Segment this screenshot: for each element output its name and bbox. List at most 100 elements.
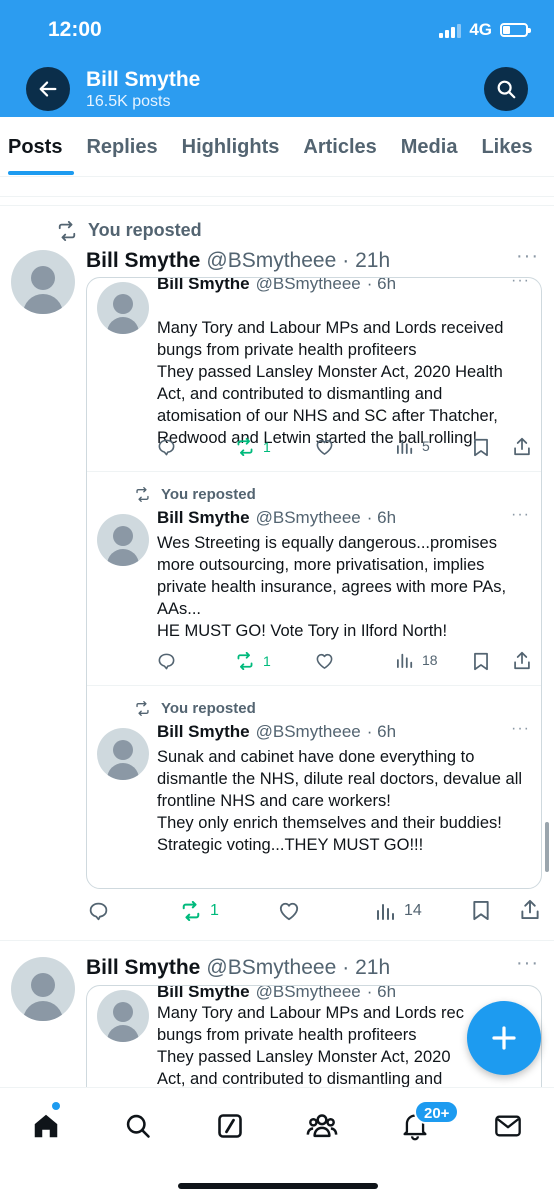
author-name[interactable]: Bill Smythe (86, 249, 200, 273)
post-time[interactable]: · 6h (367, 986, 396, 1002)
author-handle[interactable]: @BSmytheee (256, 508, 361, 528)
bookmark-icon (474, 438, 488, 457)
more-options-icon[interactable]: ··· (511, 278, 530, 290)
share-button[interactable] (513, 437, 531, 456)
like-button[interactable] (315, 438, 334, 456)
post-author-line: Bill Smythe @BSmytheee · 21h (86, 956, 390, 980)
battery-icon (500, 23, 531, 37)
post-time[interactable]: · 21h (342, 956, 390, 980)
post-text: Wes Streeting is equally dangerous...pro… (157, 534, 507, 640)
author-handle[interactable]: @BSmytheee (206, 249, 336, 273)
thread-card[interactable]: Bill Smythe @BSmytheee · 6h ··· Many Tor… (86, 277, 542, 889)
divider (0, 940, 554, 941)
post-text: Many Tory and Labour MPs and Lords recei… (157, 319, 504, 447)
more-options-icon[interactable]: ··· (516, 952, 539, 975)
post-time[interactable]: · 6h (367, 722, 396, 742)
text-line: Act, and contributed to dismantling and (157, 1070, 443, 1087)
author-name[interactable]: Bill Smythe (157, 722, 250, 742)
tab-replies[interactable]: Replies (74, 117, 169, 176)
more-options-icon[interactable]: ··· (511, 506, 530, 524)
repost-icon (136, 487, 149, 502)
more-options-icon[interactable]: ··· (511, 720, 530, 738)
avatar[interactable] (97, 728, 149, 780)
views-count: 14 (404, 902, 422, 919)
author-name[interactable]: Bill Smythe (86, 956, 200, 980)
repost-label: You reposted (88, 220, 202, 240)
back-button[interactable] (26, 67, 70, 111)
author-name[interactable]: Bill Smythe (157, 508, 250, 528)
reply-icon (158, 653, 175, 670)
post-time[interactable]: · 6h (367, 278, 396, 294)
avatar[interactable] (97, 514, 149, 566)
tab-articles[interactable]: Articles (291, 117, 388, 176)
more-options-icon[interactable]: ··· (516, 245, 539, 268)
profile-post-count: 16.5K posts (86, 93, 171, 110)
network-label: 4G (469, 20, 492, 39)
tab-posts[interactable]: Posts (0, 117, 75, 176)
reply-button[interactable] (157, 438, 176, 457)
home-indicator (178, 1183, 378, 1189)
thread-item[interactable]: You reposted Bill Smythe @BSmytheee · 6h… (87, 686, 541, 888)
share-button[interactable] (520, 899, 540, 920)
nav-messages[interactable] (488, 1106, 528, 1146)
scrollbar[interactable] (545, 822, 549, 872)
bookmark-button[interactable] (473, 438, 489, 457)
repost-icon (58, 220, 76, 241)
heart-icon (279, 902, 299, 921)
post-time[interactable]: · 6h (367, 508, 396, 528)
search-button[interactable] (484, 67, 528, 111)
bookmark-button[interactable] (473, 652, 489, 671)
tab-media[interactable]: Media (389, 117, 470, 176)
share-button[interactable] (513, 651, 531, 670)
thread-item[interactable]: Bill Smythe @BSmytheee · 6h ··· Many Tor… (87, 278, 541, 472)
chart-bar-icon (396, 439, 413, 454)
chart-bar-icon (377, 904, 394, 920)
repost-indicator: You reposted (56, 220, 202, 241)
repost-count: 1 (210, 902, 219, 919)
profile-header: 12:00 4G Bill Smythe 16.5K posts (0, 0, 554, 117)
reply-button[interactable] (88, 901, 109, 922)
views-button[interactable]: 5 (396, 438, 430, 454)
nav-home[interactable] (26, 1106, 66, 1146)
post-text: Sunak and cabinet have done everything t… (157, 748, 523, 854)
views-button[interactable]: 14 (376, 902, 422, 920)
avatar[interactable] (11, 957, 75, 1021)
search-icon (126, 1114, 150, 1138)
bookmark-icon (474, 652, 488, 671)
author-name[interactable]: Bill Smythe (157, 986, 250, 1002)
nav-communities[interactable] (302, 1106, 342, 1146)
thread-author-line: Bill Smythe @BSmytheee · 6h (157, 508, 396, 528)
repost-icon (136, 701, 149, 716)
avatar[interactable] (97, 990, 149, 1042)
like-button[interactable] (278, 901, 300, 921)
repost-indicator: You reposted (134, 486, 256, 503)
views-button[interactable]: 18 (396, 652, 438, 668)
avatar[interactable] (11, 250, 75, 314)
timeline[interactable]: You reposted Bill Smythe @BSmytheee · 21… (0, 177, 554, 1087)
author-name[interactable]: Bill Smythe (157, 278, 250, 294)
mail-icon (495, 1115, 521, 1137)
home-unread-dot (52, 1102, 60, 1110)
avatar[interactable] (97, 282, 149, 334)
author-handle[interactable]: @BSmytheee (256, 278, 361, 294)
reply-icon (89, 902, 108, 921)
post-time[interactable]: · 21h (342, 249, 390, 273)
tab-likes[interactable]: Likes (469, 117, 544, 176)
repost-button[interactable]: 1 (180, 901, 219, 921)
author-handle[interactable]: @BSmytheee (206, 956, 336, 980)
nav-search[interactable] (118, 1106, 158, 1146)
author-handle[interactable]: @BSmytheee (256, 722, 361, 742)
author-handle[interactable]: @BSmytheee (256, 986, 361, 1002)
like-button[interactable] (315, 652, 334, 670)
bookmark-button[interactable] (472, 900, 490, 921)
compose-button[interactable] (467, 1001, 541, 1075)
tab-highlights[interactable]: Highlights (170, 117, 292, 176)
repost-button[interactable]: 1 (235, 652, 271, 670)
repost-button[interactable]: 1 (235, 438, 271, 456)
repost-count: 1 (263, 653, 271, 669)
reply-icon (158, 439, 175, 456)
reply-button[interactable] (157, 652, 176, 671)
thread-item[interactable]: You reposted Bill Smythe @BSmytheee · 6h… (87, 472, 541, 686)
nav-grok[interactable] (210, 1106, 250, 1146)
views-count: 18 (422, 652, 438, 668)
